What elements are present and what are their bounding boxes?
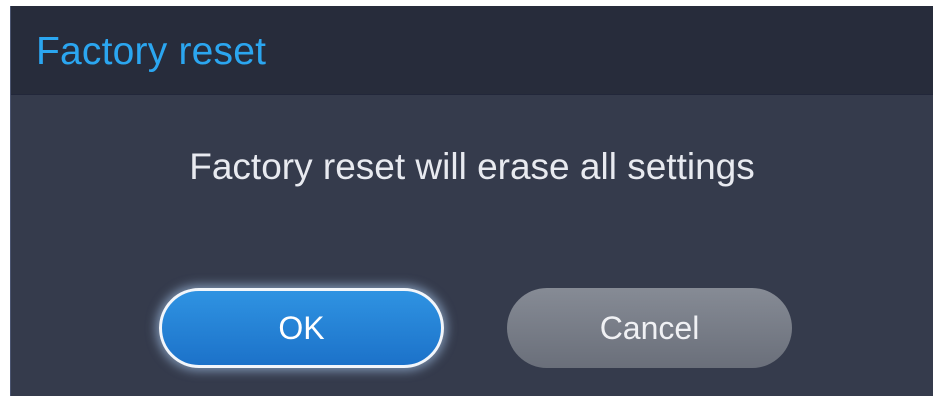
cancel-button[interactable]: Cancel <box>507 288 792 368</box>
dialog-message: Factory reset will erase all settings <box>189 146 755 187</box>
dialog-title-bar: Factory reset <box>11 6 933 95</box>
dialog-title: Factory reset <box>36 30 267 73</box>
factory-reset-dialog: Factory reset Factory reset will erase a… <box>10 6 933 396</box>
ok-button[interactable]: OK <box>159 288 444 368</box>
